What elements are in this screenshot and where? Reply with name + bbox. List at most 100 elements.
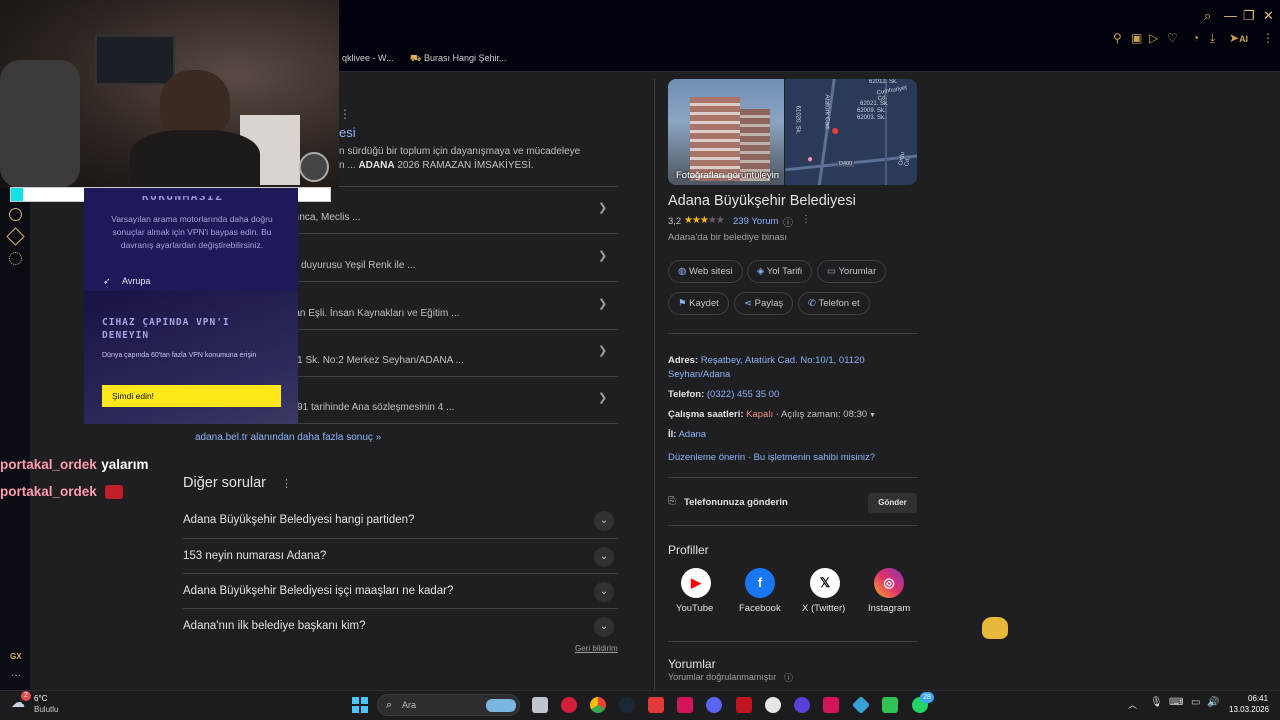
weather-badge: 2 bbox=[21, 691, 31, 701]
question-text: Adana Büyükşehir Belediyesi işçi maaşlar… bbox=[183, 585, 454, 597]
chat-message: portakal_ordek yalarım bbox=[0, 457, 149, 472]
clock-time[interactable]: 06:41 bbox=[1248, 694, 1268, 703]
settings-icon[interactable] bbox=[9, 252, 22, 265]
address-link[interactable]: Reşatbey, Atatürk Cad. No:10/1, 01120 bbox=[701, 355, 865, 366]
result-menu-icon[interactable]: ⋮ bbox=[339, 107, 351, 121]
menu-icon[interactable]: ⋮ bbox=[1262, 31, 1274, 45]
chevron-right-icon: ❯ bbox=[598, 345, 608, 357]
instagram-profile[interactable]: ◎ bbox=[874, 568, 904, 598]
clock-date[interactable]: 13.03.2026 bbox=[1229, 705, 1269, 714]
reviews-button[interactable]: ▭ Yorumlar bbox=[817, 260, 887, 283]
phone-link[interactable]: (0322) 455 35 00 bbox=[707, 389, 779, 400]
divider bbox=[668, 333, 917, 334]
chat-message: portakal_ordek bbox=[0, 483, 124, 501]
app-icon[interactable] bbox=[677, 697, 693, 713]
app-icon[interactable] bbox=[794, 697, 810, 713]
ai-label: AI bbox=[1239, 34, 1249, 44]
app-icon[interactable] bbox=[882, 697, 898, 713]
notification-badge: 28 bbox=[920, 692, 934, 703]
map-pin-icon: ● bbox=[831, 122, 840, 138]
map-thumbnail[interactable]: 62012. Sk. Cumhuriyet Cd. 62021. Sk. 620… bbox=[785, 79, 917, 185]
reviews-link[interactable]: 239 Yorum bbox=[733, 216, 778, 227]
x-profile[interactable]: 𝕏 bbox=[810, 568, 840, 598]
bookmark-icon: ⚑ bbox=[678, 298, 687, 309]
more-results-link[interactable]: adana.bel.tr alanından daha fazla sonuç … bbox=[195, 432, 381, 443]
question-text: Adana Büyükşehir Belediyesi hangi partid… bbox=[183, 514, 415, 526]
question-item[interactable]: 153 neyin numarası Adana? ⌄ bbox=[183, 538, 618, 573]
app-icon[interactable] bbox=[648, 697, 664, 713]
display-icon[interactable]: ▭ bbox=[1191, 697, 1200, 708]
minimize-icon[interactable]: — bbox=[1224, 8, 1237, 23]
question-item[interactable]: Adana'nın ilk belediye başkanı kim? ⌄ bbox=[183, 608, 618, 643]
info-icon[interactable]: ⓘ bbox=[784, 671, 793, 684]
volume-icon[interactable]: 🔊 bbox=[1207, 697, 1219, 708]
vpn-promo-button[interactable]: Şimdi edin! bbox=[102, 385, 281, 407]
directions-button[interactable]: ◈ Yol Tarifi bbox=[747, 260, 813, 283]
task-view-icon[interactable] bbox=[532, 697, 548, 713]
send-to-phone-icon: ⎘ bbox=[668, 496, 676, 507]
call-button[interactable]: ✆ Telefon et bbox=[798, 292, 870, 315]
close-icon[interactable]: ✕ bbox=[1263, 8, 1274, 24]
questions-menu-icon[interactable]: ⋮ bbox=[281, 477, 292, 490]
keyboard-icon[interactable]: ⌨ bbox=[1169, 697, 1183, 708]
maximize-icon[interactable]: ❐ bbox=[1243, 8, 1255, 24]
search-icon[interactable]: ⌕ bbox=[1204, 8, 1211, 24]
question-item[interactable]: Adana Büyükşehir Belediyesi hangi partid… bbox=[183, 503, 618, 538]
facebook-icon: f bbox=[745, 568, 775, 598]
photos-label[interactable]: Fotoğrafları görüntüleyin bbox=[676, 170, 779, 181]
microphone-icon[interactable]: 🎙 bbox=[1150, 697, 1163, 708]
tray-expand-icon[interactable]: ︿ bbox=[1128, 698, 1137, 711]
share-button[interactable]: ⋖ Paylaş bbox=[734, 292, 794, 315]
website-button[interactable]: ◍ Web sitesi bbox=[668, 260, 743, 283]
x-icon: 𝕏 bbox=[810, 568, 840, 598]
vpn-toggle-icon[interactable] bbox=[299, 152, 329, 182]
bookmark-2[interactable]: Burası Hangi Şehir... bbox=[424, 53, 507, 63]
download-icon[interactable]: ⤓ bbox=[1210, 31, 1215, 46]
profile-label: Instagram bbox=[868, 603, 911, 614]
bookmark-1[interactable]: qklivee - W... bbox=[342, 53, 394, 63]
owner-link[interactable]: Bu işletmenin sahibi misiniz? bbox=[754, 452, 875, 463]
hours-block[interactable]: Çalışma saatleri: Kapalı · Açılış zamanı… bbox=[668, 409, 876, 420]
result-title[interactable]: esi bbox=[339, 125, 356, 140]
youtube-profile[interactable]: ▶ bbox=[681, 568, 711, 598]
steam-icon[interactable] bbox=[619, 697, 635, 713]
chrome-icon[interactable] bbox=[590, 697, 606, 713]
divider bbox=[668, 477, 917, 478]
vpn-region[interactable]: Avrupa bbox=[122, 276, 150, 286]
save-button[interactable]: ⚑ Kaydet bbox=[668, 292, 729, 315]
facebook-profile[interactable]: f bbox=[745, 568, 775, 598]
heart-icon[interactable]: ♡ bbox=[1167, 31, 1178, 45]
more-icon[interactable]: ··· bbox=[11, 670, 21, 681]
feedback-link[interactable]: Geri bildirim bbox=[575, 644, 618, 653]
edit-links: Düzenleme önerin · Bu işletmenin sahibi … bbox=[668, 452, 876, 463]
search-icon: ⌕ bbox=[386, 699, 393, 711]
weather-temp: 6°C bbox=[34, 694, 48, 703]
info-icon[interactable]: ⓘ bbox=[783, 214, 793, 229]
question-item[interactable]: Adana Büyükşehir Belediyesi işçi maaşlar… bbox=[183, 573, 618, 608]
more-icon[interactable]: ⋮ bbox=[801, 214, 811, 225]
map-label: Cumhuriyet Cd. bbox=[876, 85, 908, 103]
discord-icon[interactable] bbox=[706, 697, 722, 713]
address-block: Adres: Reşatbey, Atatürk Cad. No:10/1, 0… bbox=[668, 355, 865, 380]
opera-gx-icon[interactable] bbox=[561, 697, 577, 713]
place-subtitle: Adana'da bir belediye binası bbox=[668, 232, 788, 243]
windows-start-icon[interactable] bbox=[352, 697, 368, 713]
snapshot-icon[interactable]: ▣ bbox=[1131, 31, 1142, 45]
extensions-icon[interactable] bbox=[6, 227, 25, 246]
app-icon[interactable] bbox=[823, 697, 839, 713]
rating-value: 3,2 bbox=[668, 216, 682, 227]
chevron-right-icon: ❯ bbox=[598, 392, 608, 404]
vpn-bypass-text: Varsayılan arama motorlarında daha doğru… bbox=[111, 214, 273, 250]
app-icon[interactable] bbox=[736, 697, 752, 713]
edit-suggest-link[interactable]: Düzenleme önerin bbox=[668, 452, 745, 463]
profile-icon[interactable]: ◔ bbox=[1192, 31, 1199, 45]
province-link[interactable]: Adana bbox=[679, 429, 706, 440]
taskbar-search[interactable]: ⌕ Ara bbox=[377, 694, 520, 716]
monitor bbox=[95, 35, 175, 85]
send-button[interactable]: Gönder bbox=[868, 493, 917, 513]
ai-icon[interactable]: ➤AI bbox=[1229, 31, 1248, 45]
player-icon[interactable]: ▷ bbox=[1149, 31, 1158, 45]
pin-icon[interactable]: ⚲ bbox=[1113, 31, 1122, 45]
history-icon[interactable] bbox=[9, 208, 22, 221]
app-icon[interactable] bbox=[765, 697, 781, 713]
